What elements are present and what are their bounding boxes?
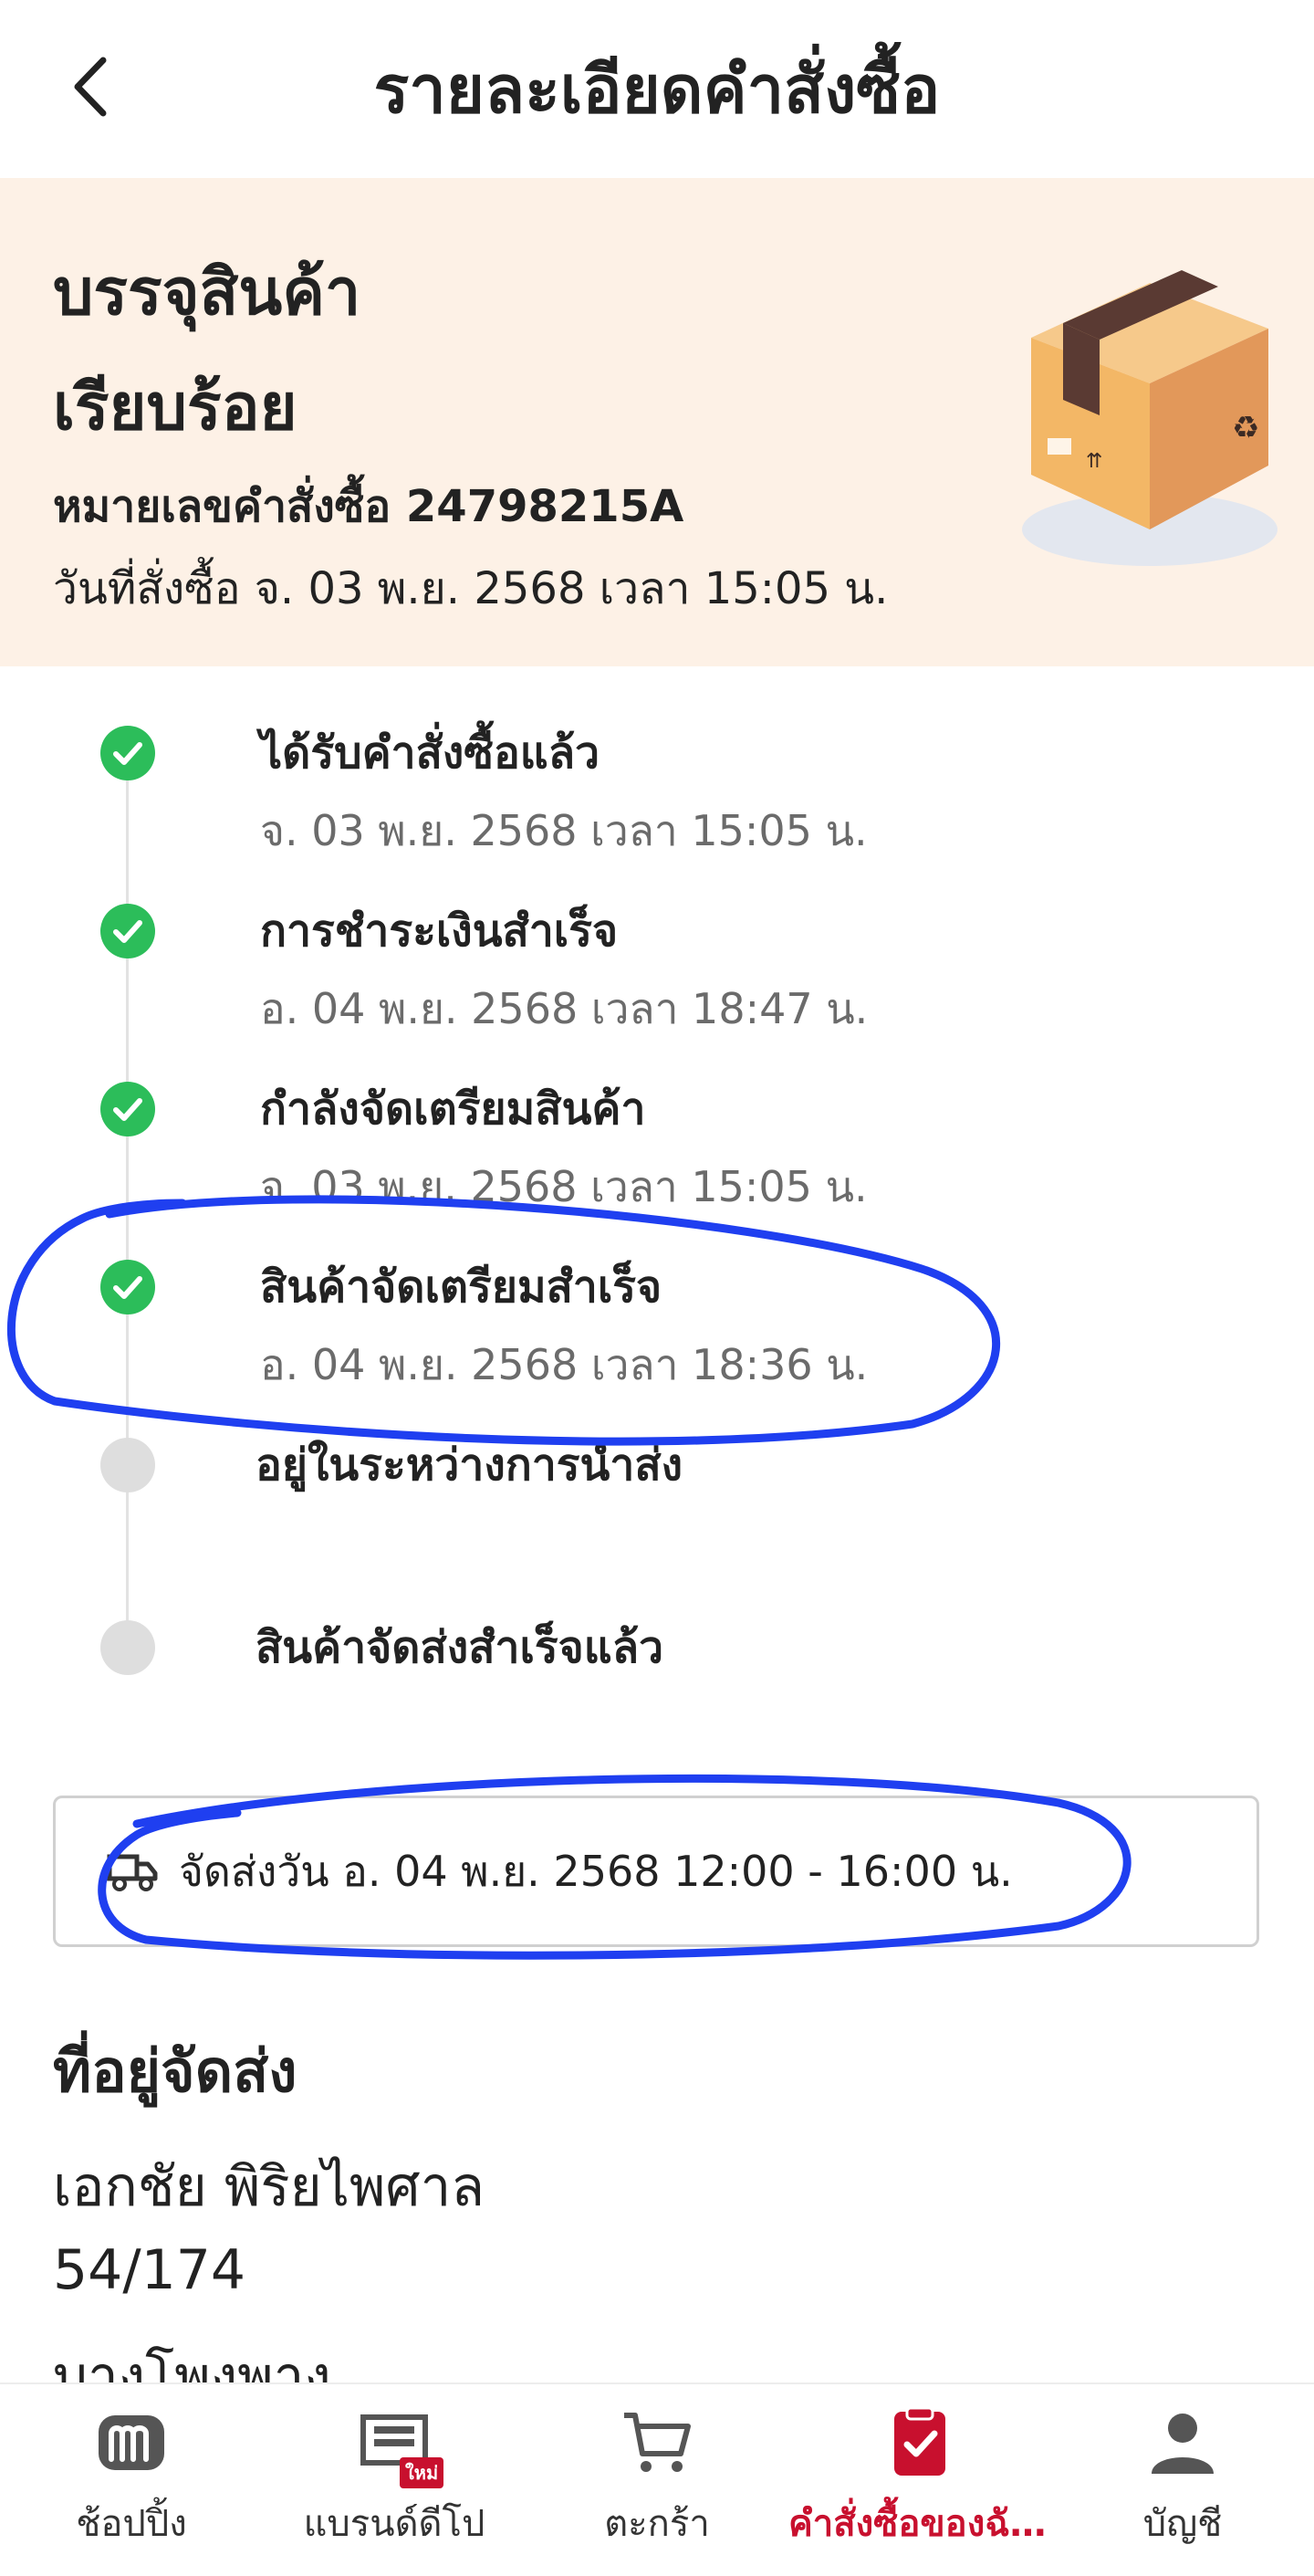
step-label: สินค้าจัดส่งสำเร็จแล้ว	[256, 1622, 664, 1673]
nav-my-orders[interactable]: คำสั่งซื้อของฉั...	[788, 2384, 1051, 2576]
step-time: อ. 04 พ.ย. 2568 เวลา 18:36 น.	[260, 1340, 869, 1389]
address-line-1: 54/174	[53, 2238, 246, 2302]
timeline-step-in-transit: อยู่ในระหว่างการนำส่ง	[0, 1438, 1314, 1616]
svg-text:⇈: ⇈	[1086, 450, 1102, 473]
step-time: จ. 03 พ.ย. 2568 เวลา 15:05 น.	[260, 806, 868, 855]
status-title: บรรจุสินค้า เรียบร้อย	[53, 235, 874, 465]
nav-label: แบรนด์ดีโป	[303, 2503, 485, 2545]
step-label: การชำระเงินสำเร็จ	[260, 906, 619, 957]
step-label: กำลังจัดเตรียมสินค้า	[260, 1084, 646, 1135]
timeline-step-prepared: สินค้าจัดเตรียมสำเร็จ อ. 04 พ.ย. 2568 เว…	[0, 1260, 1314, 1438]
cart-icon	[624, 2413, 691, 2472]
new-badge: ใหม่	[400, 2457, 444, 2488]
step-label: สินค้าจัดเตรียมสำเร็จ	[260, 1262, 662, 1313]
timeline-step-order-received: ได้รับคำสั่งซื้อแล้ว จ. 03 พ.ย. 2568 เวล…	[0, 726, 1314, 904]
shop-logo-icon	[99, 2415, 164, 2470]
address-recipient-name: เอกชัย พิริยไพศาล	[53, 2155, 485, 2219]
package-box-icon: ⇈ ♻	[1022, 270, 1278, 566]
nav-account[interactable]: บัญชี	[1051, 2384, 1314, 2576]
truck-icon	[107, 1854, 158, 1891]
svg-text:♻: ♻	[1232, 410, 1259, 446]
timeline-step-delivered: สินค้าจัดส่งสำเร็จแล้ว	[0, 1620, 1314, 1798]
header-bar: รายละเอียดคำสั่งซื้อ	[0, 0, 1314, 178]
nav-label: คำสั่งซื้อของฉั...	[788, 2503, 1051, 2545]
bottom-navigation: ช้อปปิ้ง ใหม่ แบรนด์ดีโป ตะกร้า คำสั่งซื…	[0, 2382, 1314, 2574]
timeline-step-payment-success: การชำระเงินสำเร็จ อ. 04 พ.ย. 2568 เวลา 1…	[0, 904, 1314, 1082]
step-time: จ. 03 พ.ย. 2568 เวลา 15:05 น.	[260, 1162, 868, 1211]
address-heading: ที่อยู่จัดส่ง	[53, 2038, 297, 2106]
timeline-step-preparing: กำลังจัดเตรียมสินค้า จ. 03 พ.ย. 2568 เวล…	[0, 1082, 1314, 1260]
nav-brand-depot[interactable]: ใหม่ แบรนด์ดีโป	[263, 2384, 526, 2576]
step-label: อยู่ในระหว่างการนำส่ง	[256, 1440, 683, 1491]
chevron-left-icon	[74, 57, 107, 117]
status-title-line1: บรรจุสินค้า	[53, 255, 361, 330]
orders-icon	[894, 2406, 945, 2476]
order-date: วันที่สั่งซื้อ จ. 03 พ.ย. 2568 เวลา 15:0…	[53, 563, 889, 614]
nav-label: บัญชี	[1142, 2503, 1223, 2545]
step-check-icon	[100, 1260, 155, 1314]
delivery-window-card: จัดส่งวัน อ. 04 พ.ย. 2568 12:00 - 16:00 …	[53, 1796, 1259, 1947]
account-icon	[1152, 2414, 1214, 2474]
page-title: รายละเอียดคำสั่งซื้อ	[373, 51, 941, 128]
nav-cart[interactable]: ตะกร้า	[526, 2384, 788, 2576]
step-label: ได้รับคำสั่งซื้อแล้ว	[260, 728, 600, 779]
step-pending-dot	[100, 1438, 155, 1492]
nav-label: ตะกร้า	[604, 2503, 710, 2545]
step-check-icon	[100, 904, 155, 958]
step-time: อ. 04 พ.ย. 2568 เวลา 18:47 น.	[260, 984, 869, 1033]
delivery-window-text: จัดส่งวัน อ. 04 พ.ย. 2568 12:00 - 16:00 …	[179, 1846, 1013, 1896]
step-check-icon	[100, 726, 155, 780]
order-number: หมายเลขคำสั่งซื้อ 24798215A	[53, 481, 684, 532]
nav-label: ช้อปปิ้ง	[76, 2503, 187, 2545]
nav-shopping[interactable]: ช้อปปิ้ง	[0, 2384, 263, 2576]
step-pending-dot	[100, 1620, 155, 1675]
back-button[interactable]	[55, 50, 128, 123]
step-check-icon	[100, 1082, 155, 1136]
status-title-line2: เรียบร้อย	[53, 370, 297, 445]
status-banner: บรรจุสินค้า เรียบร้อย หมายเลขคำสั่งซื้อ …	[0, 178, 1314, 666]
